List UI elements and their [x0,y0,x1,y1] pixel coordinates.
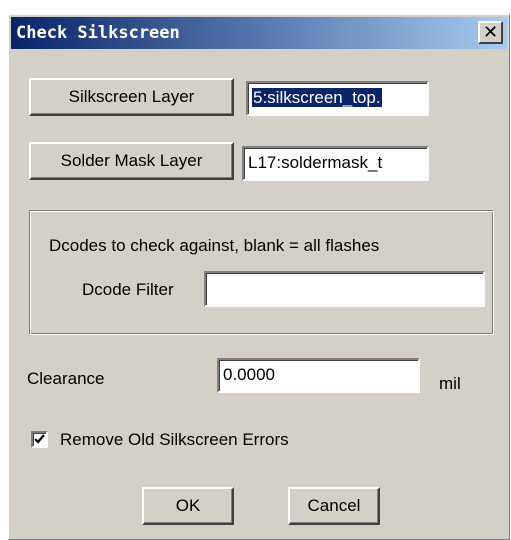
dcode-filter-label: Dcode Filter [82,280,174,299]
silkscreen-layer-value: 5:silkscreen_top. [252,88,382,107]
solder-mask-layer-field[interactable]: L17:soldermask_t [242,146,429,181]
checkmark-icon [34,434,45,444]
close-icon: ✕ [482,21,499,43]
dcode-group-caption: Dcodes to check against, blank = all fla… [49,236,380,255]
silkscreen-layer-button[interactable]: Silkscreen Layer [29,78,234,116]
silkscreen-layer-field[interactable]: 5:silkscreen_top. [246,81,429,116]
remove-errors-label[interactable]: Remove Old Silkscreen Errors [60,430,289,450]
solder-mask-layer-value: L17:soldermask_t [248,153,383,172]
window-title: Check Silkscreen [16,23,180,43]
ok-button[interactable]: OK [142,487,234,525]
ok-button-label: OK [175,496,201,515]
cancel-button[interactable]: Cancel [288,487,380,525]
solder-mask-layer-button[interactable]: Solder Mask Layer [29,142,234,180]
dcode-filter-input[interactable] [204,271,485,307]
clearance-input[interactable]: 0.0000 [217,358,420,393]
close-button[interactable]: ✕ [478,21,503,44]
clearance-label: Clearance [27,369,105,388]
silkscreen-layer-button-label: Silkscreen Layer [68,87,195,106]
clearance-value: 0.0000 [223,365,275,384]
dcode-filter-group: Dcodes to check against, blank = all fla… [29,210,494,335]
check-silkscreen-dialog: Check Silkscreen ✕ Silkscreen Layer 5:si… [8,14,510,540]
remove-errors-checkbox[interactable] [31,431,48,448]
cancel-button-label: Cancel [307,496,361,515]
solder-mask-layer-button-label: Solder Mask Layer [60,151,203,170]
clearance-unit: mil [439,374,461,393]
title-bar[interactable]: Check Silkscreen ✕ [11,17,507,49]
